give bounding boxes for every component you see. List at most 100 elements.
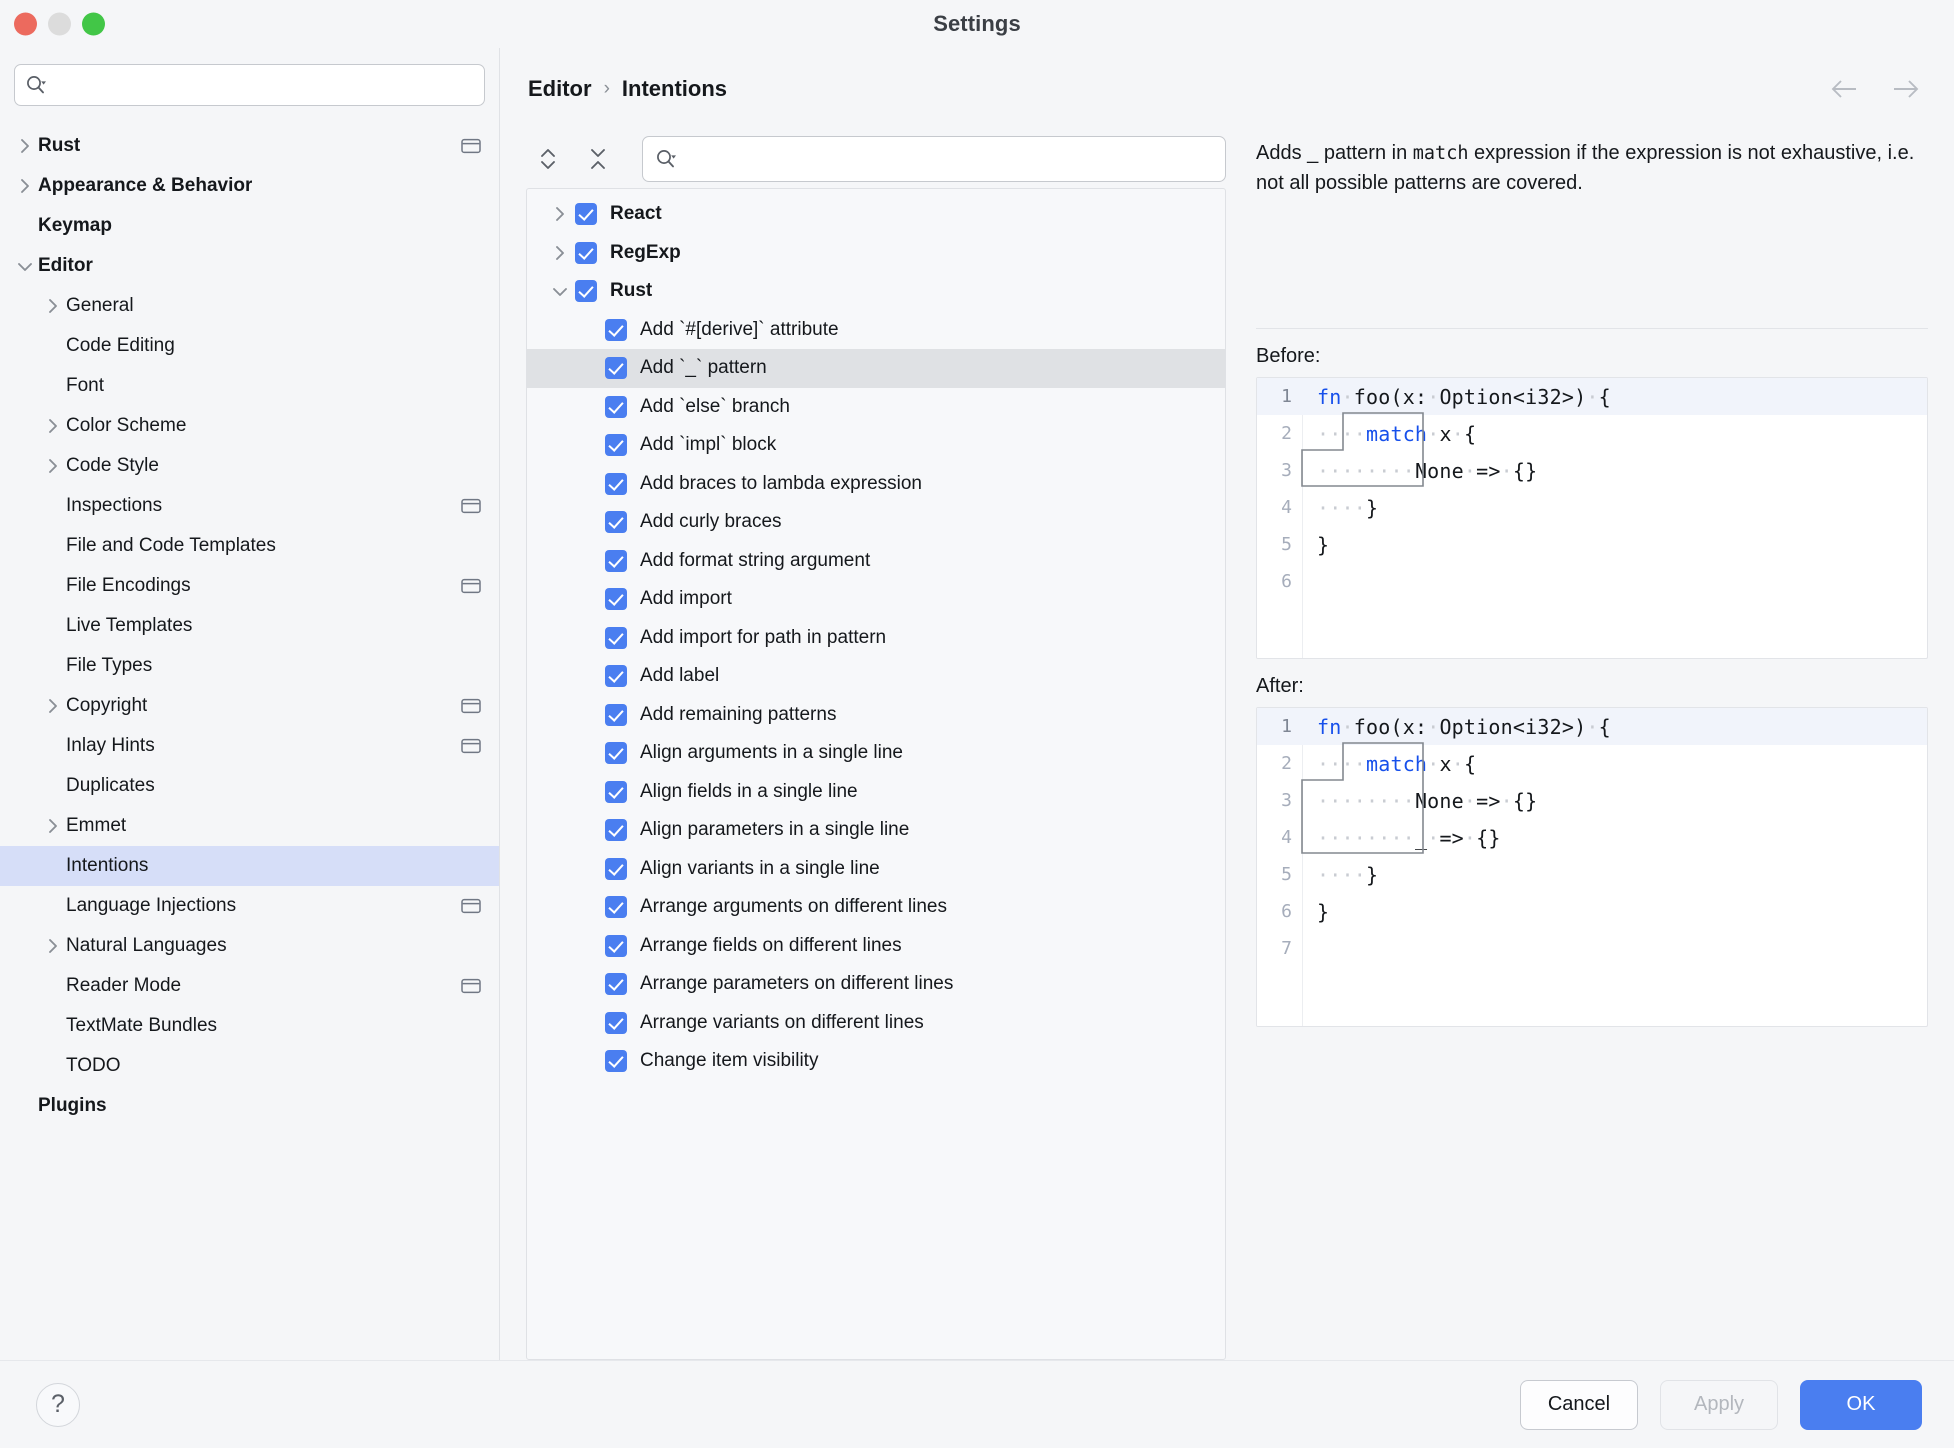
sidebar-item-todo[interactable]: TODO <box>0 1046 499 1086</box>
intention-checkbox[interactable] <box>605 357 627 380</box>
sidebar-search-box[interactable] <box>14 64 485 106</box>
sidebar-item-code-style[interactable]: Code Style <box>0 446 499 486</box>
expand-all-icon[interactable] <box>526 139 570 179</box>
intention-checkbox[interactable] <box>605 1050 627 1073</box>
sidebar-item-language-injections[interactable]: Language Injections <box>0 886 499 926</box>
intentions-filter-input[interactable] <box>677 149 1213 169</box>
chevron-right-icon <box>40 296 66 316</box>
intention-checkbox[interactable] <box>575 241 597 264</box>
arrow-left-icon[interactable] <box>1830 74 1860 104</box>
intention-row[interactable]: Arrange variants on different lines <box>527 1004 1225 1043</box>
intention-checkbox[interactable] <box>605 896 627 919</box>
sidebar-item-plugins[interactable]: Plugins <box>0 1086 499 1126</box>
intention-row[interactable]: Change item visibility <box>527 1042 1225 1081</box>
intention-row[interactable]: React <box>527 195 1225 234</box>
intention-label: Align variants in a single line <box>640 857 880 879</box>
intention-row[interactable]: Add format string argument <box>527 542 1225 581</box>
ok-button[interactable]: OK <box>1800 1379 1922 1430</box>
intention-row[interactable]: Arrange arguments on different lines <box>527 888 1225 927</box>
sidebar-item-code-editing[interactable]: Code Editing <box>0 326 499 366</box>
zoom-window-button[interactable] <box>82 12 105 36</box>
intention-checkbox[interactable] <box>605 549 627 572</box>
intention-checkbox[interactable] <box>605 973 627 996</box>
intention-row[interactable]: Add import <box>527 580 1225 619</box>
intention-checkbox[interactable] <box>575 203 597 226</box>
intention-checkbox[interactable] <box>605 434 627 457</box>
breadcrumb-parent[interactable]: Editor <box>528 76 592 102</box>
sidebar-item-inspections[interactable]: Inspections <box>0 486 499 526</box>
sidebar-item-file-and-code-templates[interactable]: File and Code Templates <box>0 526 499 566</box>
sidebar-item-color-scheme[interactable]: Color Scheme <box>0 406 499 446</box>
code-text: ········None·=>·{} <box>1317 458 1538 483</box>
intention-row[interactable]: Add `impl` block <box>527 426 1225 465</box>
apply-button[interactable]: Apply <box>1660 1379 1778 1430</box>
sidebar-item-rust[interactable]: Rust <box>0 126 499 166</box>
arrow-right-icon[interactable] <box>1890 74 1920 104</box>
intention-row[interactable]: Add `else` branch <box>527 388 1225 427</box>
sidebar-item-font[interactable]: Font <box>0 366 499 406</box>
intention-checkbox[interactable] <box>605 395 627 418</box>
intention-row[interactable]: Align arguments in a single line <box>527 734 1225 773</box>
chevron-right-icon[interactable] <box>545 243 575 263</box>
sidebar-item-keymap[interactable]: Keymap <box>0 206 499 246</box>
intention-row[interactable]: Add label <box>527 657 1225 696</box>
sidebar-item-textmate-bundles[interactable]: TextMate Bundles <box>0 1006 499 1046</box>
sidebar-item-file-types[interactable]: File Types <box>0 646 499 686</box>
intention-checkbox[interactable] <box>605 588 627 611</box>
sidebar-item-emmet[interactable]: Emmet <box>0 806 499 846</box>
sidebar-item-natural-languages[interactable]: Natural Languages <box>0 926 499 966</box>
intention-checkbox[interactable] <box>605 626 627 649</box>
sidebar-item-appearance-behavior[interactable]: Appearance & Behavior <box>0 166 499 206</box>
intention-checkbox[interactable] <box>605 318 627 341</box>
intention-row[interactable]: Arrange fields on different lines <box>527 927 1225 966</box>
intention-checkbox[interactable] <box>605 1011 627 1034</box>
intentions-filter-box[interactable] <box>642 136 1226 182</box>
intention-row[interactable]: Align parameters in a single line <box>527 811 1225 850</box>
help-button[interactable]: ? <box>36 1382 80 1427</box>
intention-row[interactable]: Add curly braces <box>527 503 1225 542</box>
before-code-lines: 1 fn·foo(x:·Option<i32>)·{2 ····match·x·{3… <box>1257 378 1927 600</box>
sidebar-item-duplicates[interactable]: Duplicates <box>0 766 499 806</box>
intention-row[interactable]: Add `#[derive]` attribute <box>527 311 1225 350</box>
sidebar-tree: Rust Appearance & Behavior Keymap Editor Gen… <box>0 118 499 1360</box>
sidebar-item-copyright[interactable]: Copyright <box>0 686 499 726</box>
cancel-button[interactable]: Cancel <box>1520 1379 1638 1430</box>
sidebar-item-label: Language Injections <box>66 895 237 916</box>
intention-row[interactable]: Rust <box>527 272 1225 311</box>
intention-checkbox[interactable] <box>605 857 627 880</box>
sidebar-item-editor[interactable]: Editor <box>0 246 499 286</box>
intention-row[interactable]: Add remaining patterns <box>527 696 1225 735</box>
chevron-right-icon[interactable] <box>545 204 575 224</box>
sidebar-item-label: Emmet <box>66 815 127 836</box>
intention-row[interactable]: Add `_` pattern <box>527 349 1225 388</box>
intention-checkbox[interactable] <box>575 280 597 303</box>
sidebar-item-general[interactable]: General <box>0 286 499 326</box>
intention-row[interactable]: Add braces to lambda expression <box>527 465 1225 504</box>
intention-checkbox[interactable] <box>605 934 627 957</box>
sidebar-item-file-encodings[interactable]: File Encodings <box>0 566 499 606</box>
close-window-button[interactable] <box>14 12 37 36</box>
intention-row[interactable]: Align fields in a single line <box>527 773 1225 812</box>
intention-row[interactable]: Add import for path in pattern <box>527 619 1225 658</box>
intention-checkbox[interactable] <box>605 665 627 688</box>
collapse-all-icon[interactable] <box>576 139 620 179</box>
intention-checkbox[interactable] <box>605 472 627 495</box>
intention-checkbox[interactable] <box>605 780 627 803</box>
intention-checkbox[interactable] <box>605 703 627 726</box>
minimize-window-button[interactable] <box>48 12 71 36</box>
sidebar-item-inlay-hints[interactable]: Inlay Hints <box>0 726 499 766</box>
intention-checkbox[interactable] <box>605 819 627 842</box>
sidebar-item-live-templates[interactable]: Live Templates <box>0 606 499 646</box>
intention-checkbox[interactable] <box>605 511 627 534</box>
chevron-down-icon[interactable] <box>545 281 575 301</box>
intention-checkbox[interactable] <box>605 742 627 765</box>
sidebar-item-reader-mode[interactable]: Reader Mode <box>0 966 499 1006</box>
sidebar-item-intentions[interactable]: Intentions <box>0 846 499 886</box>
project-scope-icon <box>461 898 481 914</box>
intentions-list[interactable]: React RegExp Rust Add `#[derive]` attribute… <box>526 188 1226 1360</box>
intention-row[interactable]: Align variants in a single line <box>527 850 1225 889</box>
line-number: 5 <box>1281 534 1292 555</box>
intention-row[interactable]: RegExp <box>527 234 1225 273</box>
intention-row[interactable]: Arrange parameters on different lines <box>527 965 1225 1004</box>
sidebar-search-input[interactable] <box>47 75 474 95</box>
